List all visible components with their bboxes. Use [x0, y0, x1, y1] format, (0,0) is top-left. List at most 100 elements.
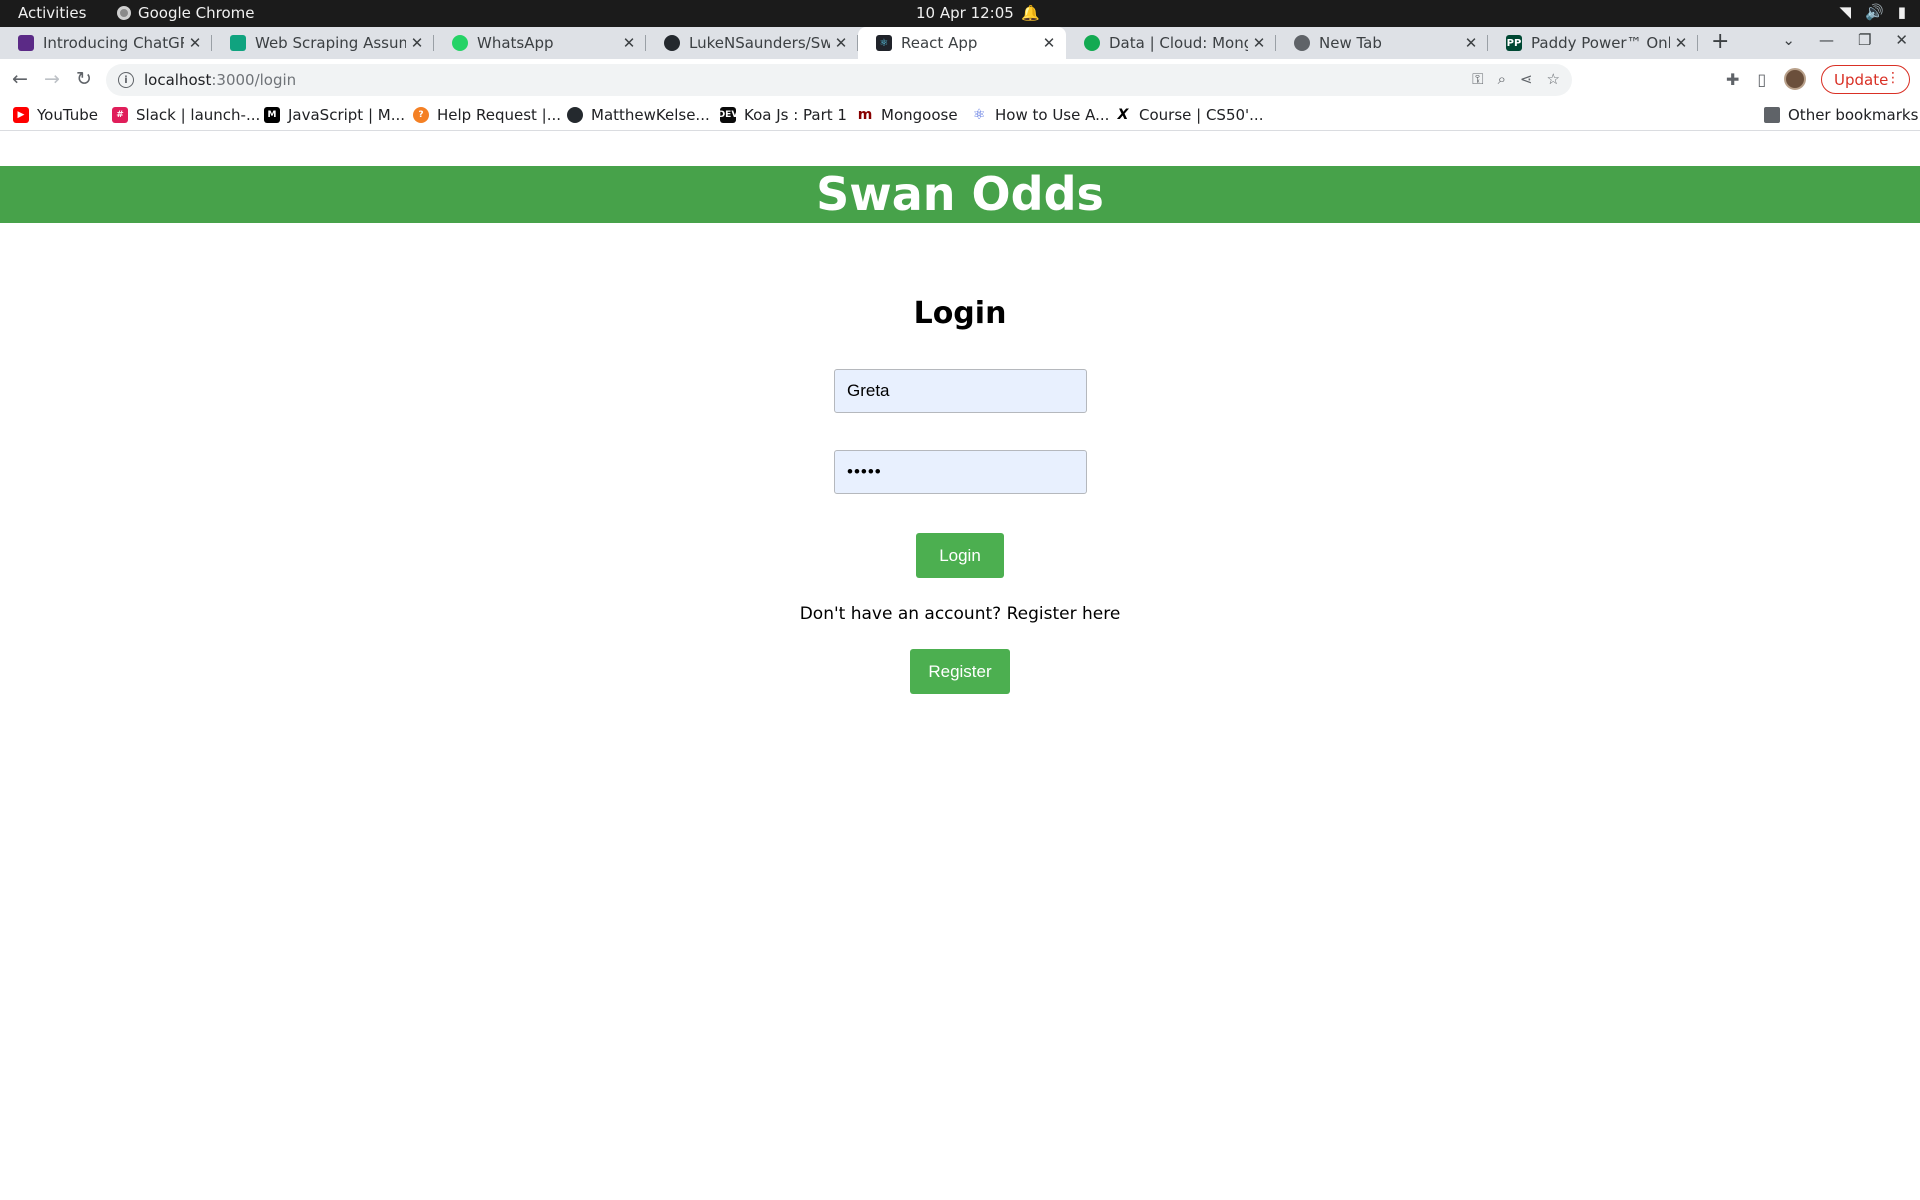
kebab-menu-icon[interactable]: ⋮ — [1886, 70, 1900, 86]
whatsapp-icon — [452, 35, 468, 51]
username-input[interactable] — [834, 369, 1087, 413]
tab-title: Web Scraping Assump — [255, 34, 406, 52]
close-icon[interactable]: ✕ — [406, 34, 428, 52]
update-button[interactable]: Update ⋮ — [1821, 65, 1910, 94]
tab-react-app[interactable]: ⚛ React App ✕ — [858, 27, 1066, 59]
profile-avatar[interactable] — [1784, 68, 1807, 90]
tab-title: Data | Cloud: MongoD — [1109, 34, 1248, 52]
bookmark-how-to-use[interactable]: ⚛ How to Use A... — [971, 106, 1109, 124]
edx-icon: X — [1115, 107, 1131, 123]
other-bookmarks-label: Other bookmarks — [1788, 106, 1919, 124]
bookmark-help-request[interactable]: ? Help Request |... — [413, 106, 561, 124]
app-name: Google Chrome — [138, 4, 255, 22]
bookmark-mdn[interactable]: M JavaScript | M... — [264, 106, 405, 124]
folder-icon — [1764, 107, 1780, 123]
window-close-icon[interactable]: ✕ — [1895, 31, 1908, 49]
register-button[interactable]: Register — [910, 649, 1010, 694]
battery-icon: ▮ — [1897, 3, 1906, 21]
extensions-puzzle-icon[interactable]: ✚ — [1726, 70, 1739, 89]
url-path: :3000/login — [211, 71, 297, 89]
clock[interactable]: 10 Apr 12:05 — [916, 4, 1014, 22]
bookmark-label: Help Request |... — [437, 106, 562, 124]
close-icon[interactable]: ✕ — [184, 34, 206, 52]
help-icon: ? — [413, 107, 429, 123]
share-icon[interactable]: ⋖ — [1520, 70, 1533, 88]
react-icon: ⚛ — [971, 107, 987, 123]
os-top-bar: Activities Google Chrome 10 Apr 12:05 🔔 … — [0, 0, 1920, 27]
bookmark-github[interactable]: MatthewKelse... — [567, 106, 710, 124]
wifi-icon: ◥ — [1839, 3, 1852, 21]
close-icon[interactable]: ✕ — [618, 34, 640, 52]
close-icon[interactable]: ✕ — [1248, 34, 1270, 52]
close-icon[interactable]: ✕ — [1460, 34, 1482, 52]
login-heading: Login — [913, 296, 1007, 331]
bookmark-slack[interactable]: # Slack | launch-... — [112, 106, 260, 124]
toolbar-right: ✚ ▯ — [1726, 68, 1807, 90]
other-bookmarks[interactable]: Other bookmarks — [1764, 106, 1918, 124]
url-host: localhost — [144, 71, 212, 89]
site-info-icon[interactable]: i — [118, 72, 134, 88]
bookmark-label: Mongoose — [881, 106, 958, 124]
bookmark-star-icon[interactable]: ☆ — [1547, 70, 1560, 88]
new-tab-plus-icon[interactable]: + — [1711, 29, 1729, 54]
dev-icon: DEV — [718, 107, 738, 123]
mongoose-icon: m — [857, 107, 873, 123]
tab-search-chevron-icon[interactable]: ⌄ — [1782, 31, 1795, 49]
app-header: Swan Odds — [0, 166, 1920, 223]
tab-title: WhatsApp — [477, 34, 554, 52]
close-icon[interactable]: ✕ — [1038, 34, 1060, 52]
tab-new-tab[interactable]: New Tab ✕ — [1276, 27, 1488, 59]
tab-title: React App — [901, 34, 978, 52]
back-arrow-icon[interactable]: ← — [12, 68, 28, 90]
close-icon[interactable]: ✕ — [1670, 34, 1692, 52]
bookmark-label: How to Use A... — [995, 106, 1110, 124]
reload-icon[interactable]: ↻ — [76, 68, 92, 90]
chatgpt-icon — [18, 35, 34, 51]
tab-whatsapp[interactable]: WhatsApp ✕ — [434, 27, 646, 59]
page-viewport: Swan Odds Login Login Don't have an acco… — [0, 132, 1920, 1200]
tab-mongodb[interactable]: Data | Cloud: MongoD ✕ — [1066, 27, 1276, 59]
react-icon: ⚛ — [876, 35, 892, 51]
notification-bell-icon: 🔔 — [1021, 4, 1040, 22]
tab-title: New Tab — [1319, 34, 1382, 52]
brand-title: Swan Odds — [816, 167, 1104, 221]
minimize-icon[interactable]: — — [1819, 31, 1834, 49]
zoom-icon[interactable]: ⌕ — [1498, 70, 1506, 88]
slack-icon: # — [112, 107, 128, 123]
tab-paddy-power[interactable]: PP Paddy Power™ Online ✕ — [1488, 27, 1698, 59]
bookmark-mongoose[interactable]: m Mongoose — [857, 106, 958, 124]
paddypower-icon: PP — [1506, 35, 1522, 51]
bookmark-label: JavaScript | M... — [288, 106, 406, 124]
restore-icon[interactable]: ❐ — [1858, 31, 1871, 49]
bookmark-youtube[interactable]: ▶ YouTube — [13, 106, 98, 124]
bookmarks-bar: ▶ YouTube # Slack | launch-... M JavaScr… — [0, 101, 1920, 131]
omnibox-actions: ⚿ ⌕ ⋖ ☆ — [1472, 70, 1560, 88]
mdn-icon: M — [264, 107, 280, 123]
login-button[interactable]: Login — [916, 533, 1004, 578]
bookmark-cs50[interactable]: X Course | CS50'... — [1115, 106, 1263, 124]
bookmark-label: Slack | launch-... — [136, 106, 261, 124]
tab-chatgpt[interactable]: Introducing ChatGPT ✕ — [0, 27, 212, 59]
github-icon — [567, 107, 583, 123]
openai-icon — [230, 35, 246, 51]
github-icon — [664, 35, 680, 51]
tab-web-scraping[interactable]: Web Scraping Assump ✕ — [212, 27, 434, 59]
address-bar[interactable]: i localhost:3000/login ⚿ ⌕ ⋖ ☆ — [106, 64, 1572, 96]
activities-button[interactable]: Activities — [18, 4, 86, 22]
side-panel-icon[interactable]: ▯ — [1757, 70, 1766, 89]
key-icon[interactable]: ⚿ — [1472, 70, 1483, 88]
system-tray[interactable]: ◥ 🔊 ▮ — [1840, 3, 1907, 21]
forward-arrow-icon[interactable]: → — [44, 68, 60, 90]
password-input[interactable] — [834, 450, 1087, 494]
volume-icon: 🔊 — [1865, 3, 1884, 21]
bookmark-koa[interactable]: DEV Koa Js : Part 1 — [718, 106, 847, 124]
tab-strip: Introducing ChatGPT ✕ Web Scraping Assum… — [0, 27, 1920, 59]
close-icon[interactable]: ✕ — [830, 34, 852, 52]
app-menu[interactable]: Google Chrome — [117, 4, 255, 22]
tab-title: LukeNSaunders/Swin — [689, 34, 830, 52]
browser-toolbar: ← → ↻ i localhost:3000/login ⚿ ⌕ ⋖ ☆ ✚ ▯… — [0, 59, 1920, 101]
tab-github[interactable]: LukeNSaunders/Swin ✕ — [646, 27, 858, 59]
youtube-icon: ▶ — [13, 107, 29, 123]
mongodb-icon — [1084, 35, 1100, 51]
register-prompt: Don't have an account? Register here — [799, 604, 1121, 624]
